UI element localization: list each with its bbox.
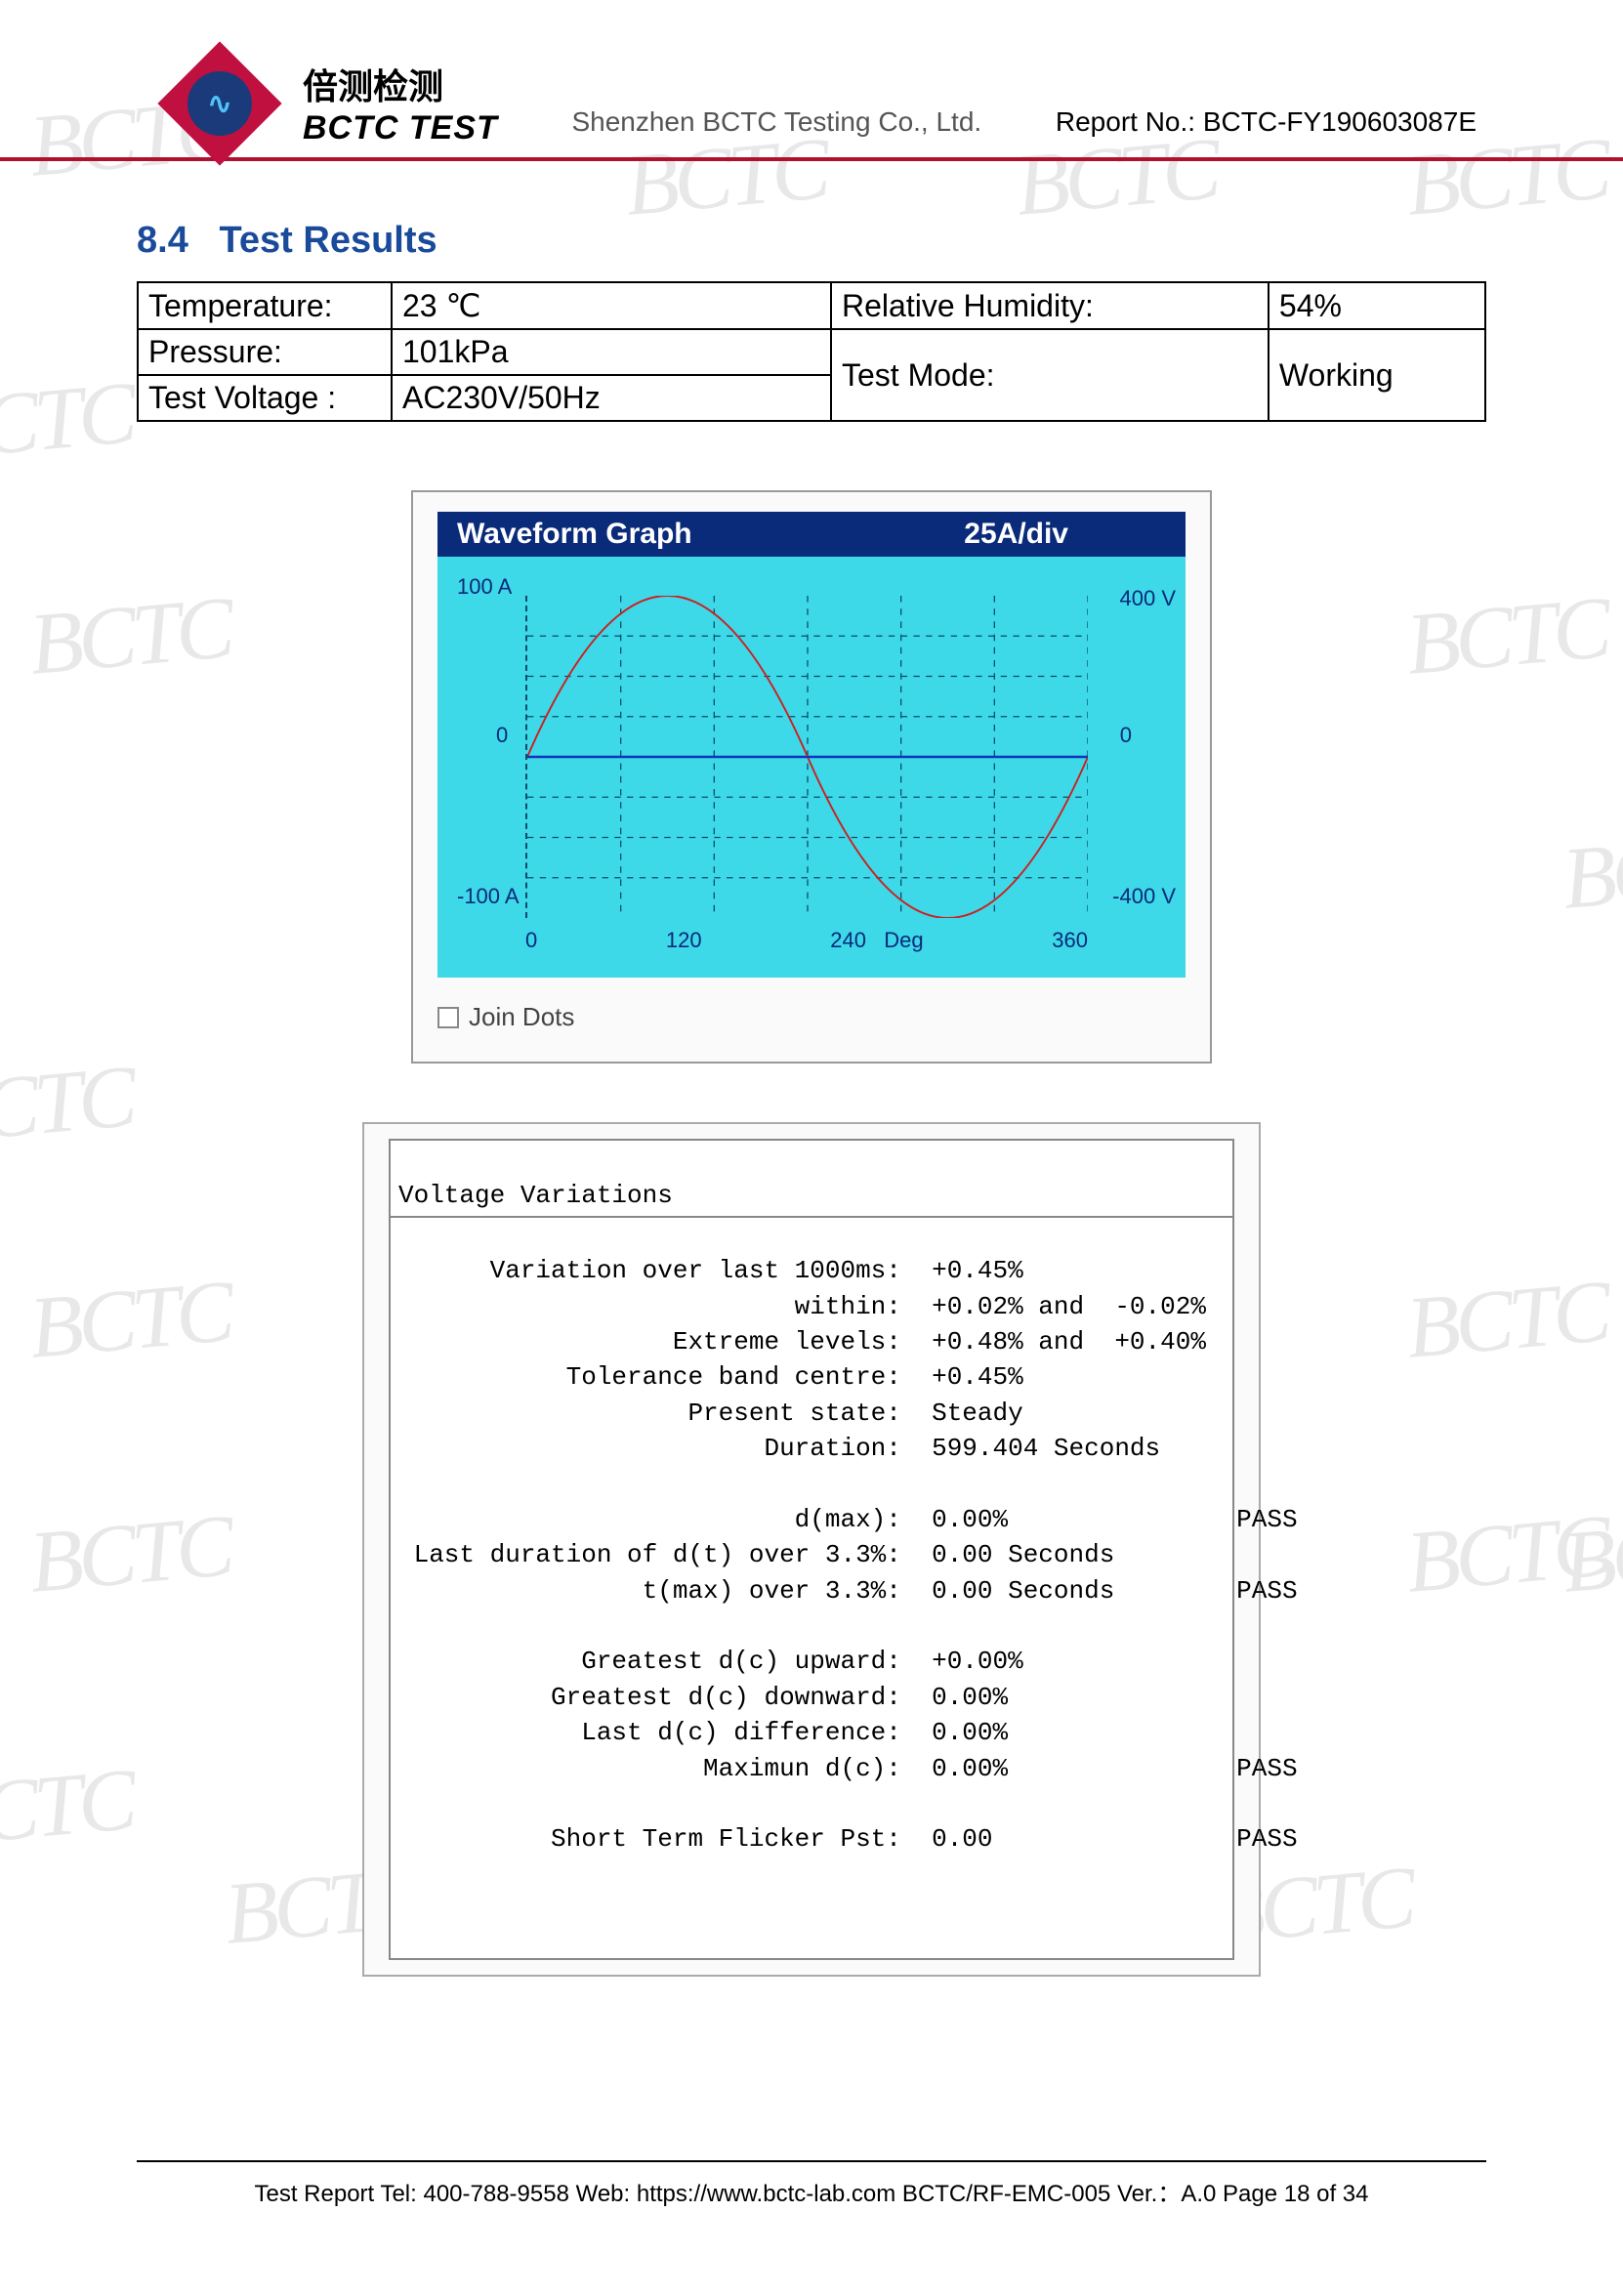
page-header: ∿ 倍测检测 BCTC TEST Shenzhen BCTC Testing C…	[0, 0, 1623, 161]
voltage-variations-panel: Voltage Variations Variation over last 1…	[362, 1122, 1261, 1977]
y-left-bot: -100 A	[457, 884, 520, 909]
vv-line: Variation over last 1000ms: +0.45%	[391, 1253, 1232, 1288]
join-dots-row: Join Dots	[437, 1002, 1186, 1032]
conditions-table: Temperature: 23 ℃ Relative Humidity: 54%…	[137, 281, 1486, 422]
y-right-mid: 0	[1120, 723, 1132, 748]
y-right-bot: -400 V	[1112, 884, 1176, 909]
vv-line: d(max): 0.00% PASS	[391, 1502, 1232, 1537]
x-tick-240: 240	[830, 928, 866, 952]
vv-line: Maximun d(c): 0.00% PASS	[391, 1751, 1232, 1786]
logo-badge: ∿	[157, 41, 281, 165]
vv-line: Extreme levels: +0.48% and +0.40%	[391, 1324, 1232, 1359]
x-axis: 0 120 240 Deg 360	[525, 928, 1088, 953]
y-right-top: 400 V	[1120, 586, 1177, 611]
vv-line: Tolerance band centre: +0.45%	[391, 1359, 1232, 1395]
section-number: 8.4	[137, 220, 188, 261]
vv-line: Duration: 599.404 Seconds	[391, 1431, 1232, 1466]
humidity-value: 54%	[1269, 282, 1485, 329]
page-footer: Test Report Tel: 400-788-9558 Web: https…	[137, 2160, 1486, 2208]
vv-line: Present state: Steady	[391, 1396, 1232, 1431]
vv-line	[391, 1786, 1232, 1821]
vv-line: Short Term Flicker Pst: 0.00 PASS	[391, 1821, 1232, 1857]
temp-label: Temperature:	[138, 282, 392, 329]
y-left-mid: 0	[496, 723, 508, 748]
testmode-value: Working	[1269, 329, 1485, 421]
vv-line: Greatest d(c) upward: +0.00%	[391, 1644, 1232, 1679]
voltage-label: Test Voltage :	[138, 375, 392, 421]
waveform-header: Waveform Graph 25A/div	[437, 512, 1186, 557]
vv-heading: Voltage Variations	[391, 1178, 1232, 1217]
vv-line: Last duration of d(t) over 3.3%: 0.00 Se…	[391, 1537, 1232, 1572]
pressure-value: 101kPa	[392, 329, 831, 375]
join-dots-label: Join Dots	[469, 1002, 574, 1032]
join-dots-checkbox[interactable]	[437, 1007, 459, 1028]
pressure-label: Pressure:	[138, 329, 392, 375]
graph-title: Waveform Graph	[457, 518, 692, 551]
x-tick-120: 120	[666, 928, 702, 953]
waveform-panel: Waveform Graph 25A/div 100 A 0 -100 A 40…	[411, 490, 1212, 1064]
report-number: Report No.: BCTC-FY190603087E	[1056, 106, 1477, 147]
logo: ∿ 倍测检测 BCTC TEST	[176, 59, 498, 147]
section-title-text: Test Results	[220, 220, 437, 261]
x-unit: Deg	[884, 928, 923, 952]
x-tick-360: 360	[1052, 928, 1088, 953]
plot-area	[525, 596, 1088, 918]
company-name: Shenzhen BCTC Testing Co., Ltd.	[498, 106, 1056, 147]
vv-line: t(max) over 3.3%: 0.00 Seconds PASS	[391, 1573, 1232, 1608]
vv-line: within: +0.02% and -0.02%	[391, 1289, 1232, 1324]
vv-line	[391, 1467, 1232, 1502]
humidity-label: Relative Humidity:	[831, 282, 1269, 329]
y-left-top: 100 A	[457, 574, 512, 600]
vv-line: Last d(c) difference: 0.00%	[391, 1715, 1232, 1750]
voltage-variations-text: Voltage Variations Variation over last 1…	[389, 1139, 1234, 1960]
graph-scale: 25A/div	[964, 518, 1068, 551]
section-heading: 8.4 Test Results	[137, 220, 1623, 262]
voltage-value: AC230V/50Hz	[392, 375, 831, 421]
vv-line	[391, 1608, 1232, 1644]
logo-text-en: BCTC TEST	[303, 109, 498, 147]
x-tick-0: 0	[525, 928, 537, 953]
logo-text-cn: 倍测检测	[303, 59, 498, 109]
testmode-label: Test Mode:	[831, 329, 1269, 421]
temp-value: 23 ℃	[392, 282, 831, 329]
waveform-body: 100 A 0 -100 A 400 V 0 -400 V	[437, 557, 1186, 978]
vv-line: Greatest d(c) downward: 0.00%	[391, 1680, 1232, 1715]
waveform-svg	[527, 596, 1088, 918]
